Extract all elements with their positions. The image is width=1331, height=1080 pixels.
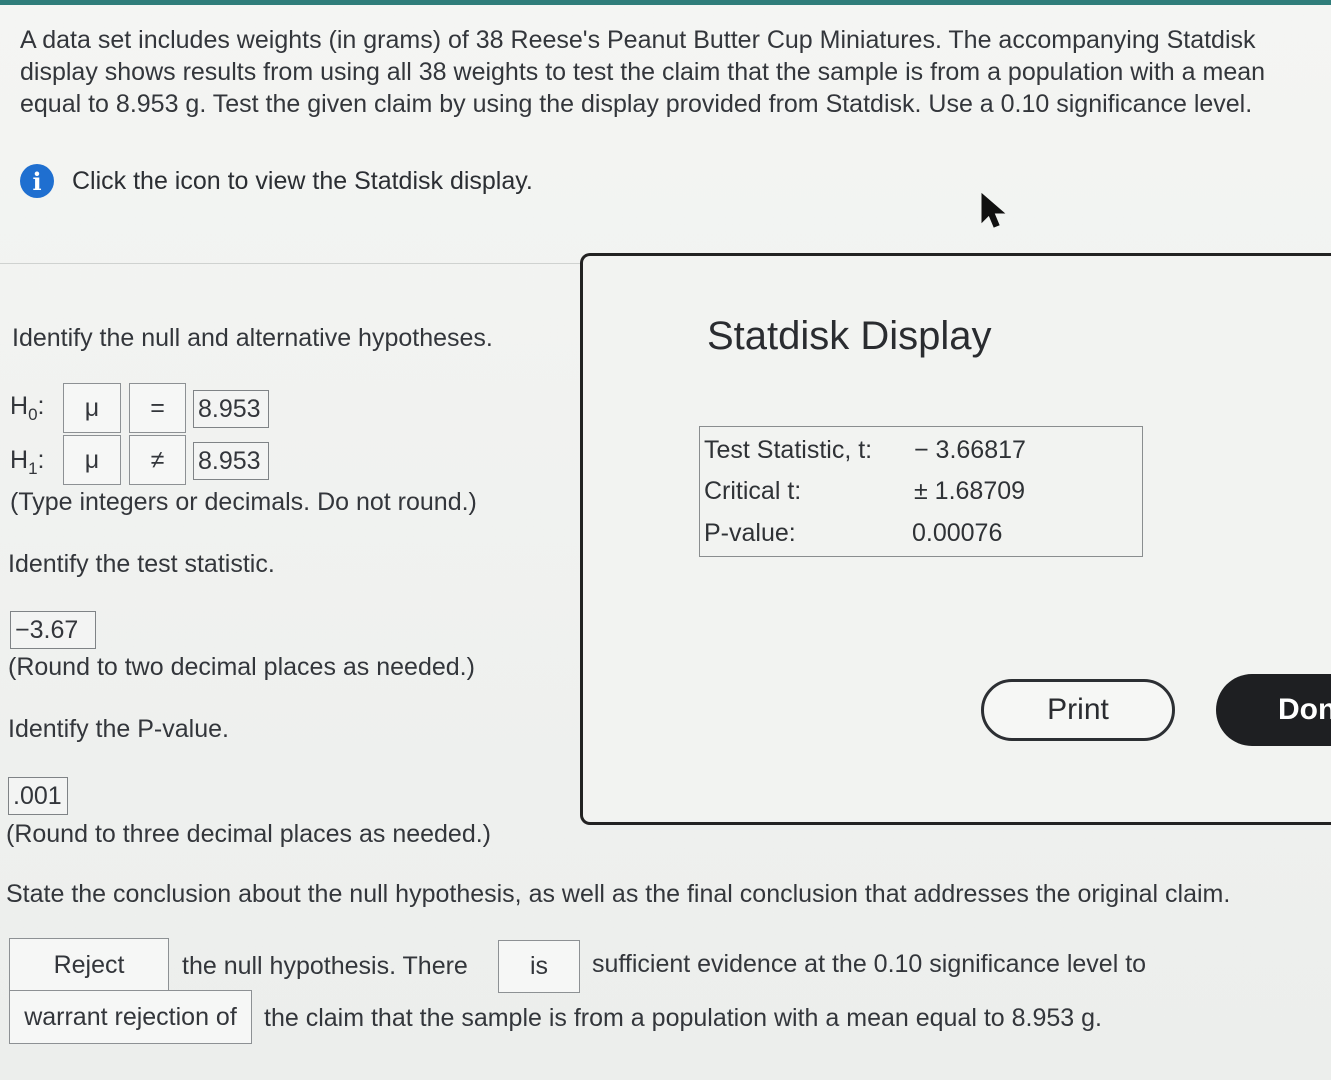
h0-subscript: 0 xyxy=(28,405,38,424)
test-statistic-note: (Round to two decimal places as needed.) xyxy=(8,653,475,681)
p-value-label: P-value: xyxy=(704,519,796,547)
section-divider xyxy=(0,263,580,264)
critical-t-label: Critical t: xyxy=(704,477,802,505)
test-statistic-input[interactable]: −3.67 xyxy=(10,611,96,649)
dialog-title: Statdisk Display xyxy=(707,314,992,358)
h1-value-input[interactable]: 8.953 xyxy=(193,442,269,480)
hypotheses-prompt: Identify the null and alternative hypoth… xyxy=(12,324,493,352)
mouse-cursor-icon xyxy=(981,192,1006,228)
info-link-text[interactable]: Click the icon to view the Statdisk disp… xyxy=(72,167,533,196)
p-value-prompt: Identify the P-value. xyxy=(8,715,229,743)
critical-t-value: ± 1.68709 xyxy=(914,477,1026,505)
conclusion-text-1: the null hypothesis. There xyxy=(182,952,468,980)
claim-decision-select[interactable]: warrant rejection of xyxy=(9,990,252,1044)
statdisk-display-dialog: Statdisk Display Test Statistic, t: − 3.… xyxy=(580,253,1331,825)
evidence-select[interactable]: is xyxy=(498,940,580,993)
h0-value-input[interactable]: 8.953 xyxy=(193,390,269,428)
statdisk-info-link[interactable]: i Click the icon to view the Statdisk di… xyxy=(20,164,533,198)
h0-parameter-select[interactable]: μ xyxy=(63,383,121,433)
info-icon[interactable]: i xyxy=(20,164,54,198)
problem-statement: A data set includes weights (in grams) o… xyxy=(20,26,1266,118)
done-button[interactable]: Don xyxy=(1216,674,1331,746)
print-button[interactable]: Print xyxy=(981,679,1175,741)
h0-label: H0: xyxy=(10,392,45,424)
null-hypothesis-decision-select[interactable]: Reject xyxy=(9,938,169,992)
hypotheses-note: (Type integers or decimals. Do not round… xyxy=(10,488,477,516)
h1-subscript: 1 xyxy=(28,459,38,478)
h1-letter: H xyxy=(10,446,29,474)
h1-label: H1: xyxy=(10,446,45,478)
conclusion-text-3: the claim that the sample is from a popu… xyxy=(264,1004,1102,1032)
conclusion-prompt: State the conclusion about the null hypo… xyxy=(6,880,1231,908)
statdisk-results-table: Test Statistic, t: − 3.66817 Critical t:… xyxy=(699,426,1143,557)
test-statistic-prompt: Identify the test statistic. xyxy=(8,550,275,578)
test-statistic-label: Test Statistic, t: xyxy=(704,436,873,464)
h0-letter: H xyxy=(10,392,29,420)
top-accent-strip xyxy=(0,0,1331,5)
p-value-input[interactable]: .001 xyxy=(8,777,68,815)
test-statistic-value: − 3.66817 xyxy=(914,436,1026,464)
conclusion-text-2: sufficient evidence at the 0.10 signific… xyxy=(592,950,1147,978)
h0-operator-select[interactable]: = xyxy=(129,383,186,433)
p-value-value: 0.00076 xyxy=(912,519,1003,547)
p-value-note: (Round to three decimal places as needed… xyxy=(6,820,492,848)
h1-parameter-select[interactable]: μ xyxy=(63,435,121,485)
h1-operator-select[interactable]: ≠ xyxy=(129,435,186,485)
